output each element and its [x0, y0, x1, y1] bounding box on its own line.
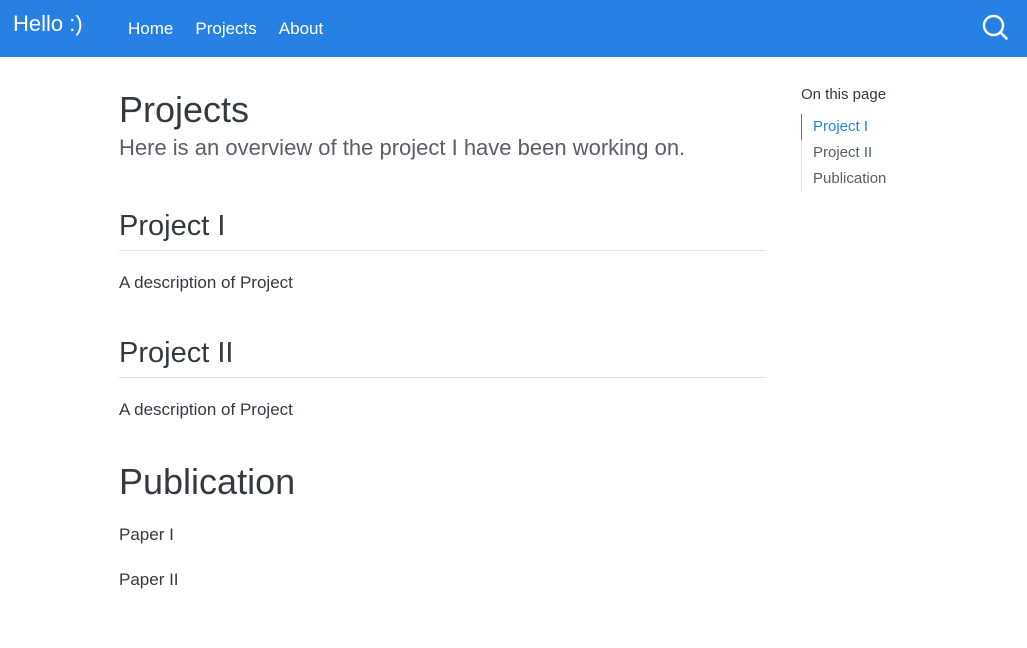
nav-link-home[interactable]: Home: [117, 19, 184, 39]
section-project-2: Project II A description of Project: [119, 334, 766, 421]
search-icon: [982, 14, 1008, 40]
section-project-1: Project I A description of Project: [119, 207, 766, 294]
toc-item-publication[interactable]: Publication: [802, 166, 1001, 192]
toc-title: On this page: [801, 86, 887, 103]
site-brand[interactable]: Hello :): [13, 11, 83, 37]
toc-item-project-1[interactable]: Project I: [801, 114, 1001, 140]
section-heading-project-1: Project I: [119, 207, 766, 251]
nav-links: Home Projects About: [117, 0, 334, 57]
toc-list: Project I Project II Publication: [801, 114, 1001, 192]
publication-heading: Publication: [119, 461, 296, 502]
paper-item: Paper I: [119, 525, 174, 544]
nav-link-about[interactable]: About: [268, 19, 334, 39]
section-text-project-1: A description of Project: [119, 273, 293, 292]
main-content: Projects Here is an overview of the proj…: [119, 88, 766, 589]
search-button[interactable]: [981, 13, 1009, 41]
toc-item-project-2[interactable]: Project II: [802, 140, 1001, 166]
page-subtitle: Here is an overview of the project I hav…: [119, 135, 686, 160]
paper-item: Paper II: [119, 570, 179, 589]
page-title: Projects: [119, 89, 250, 130]
section-text-project-2: A description of Project: [119, 400, 293, 419]
section-heading-project-2: Project II: [119, 334, 766, 378]
nav-link-projects[interactable]: Projects: [184, 19, 267, 39]
navbar: Hello :) Home Projects About: [0, 0, 1027, 57]
table-of-contents: On this page Project I Project II Public…: [801, 85, 1001, 192]
